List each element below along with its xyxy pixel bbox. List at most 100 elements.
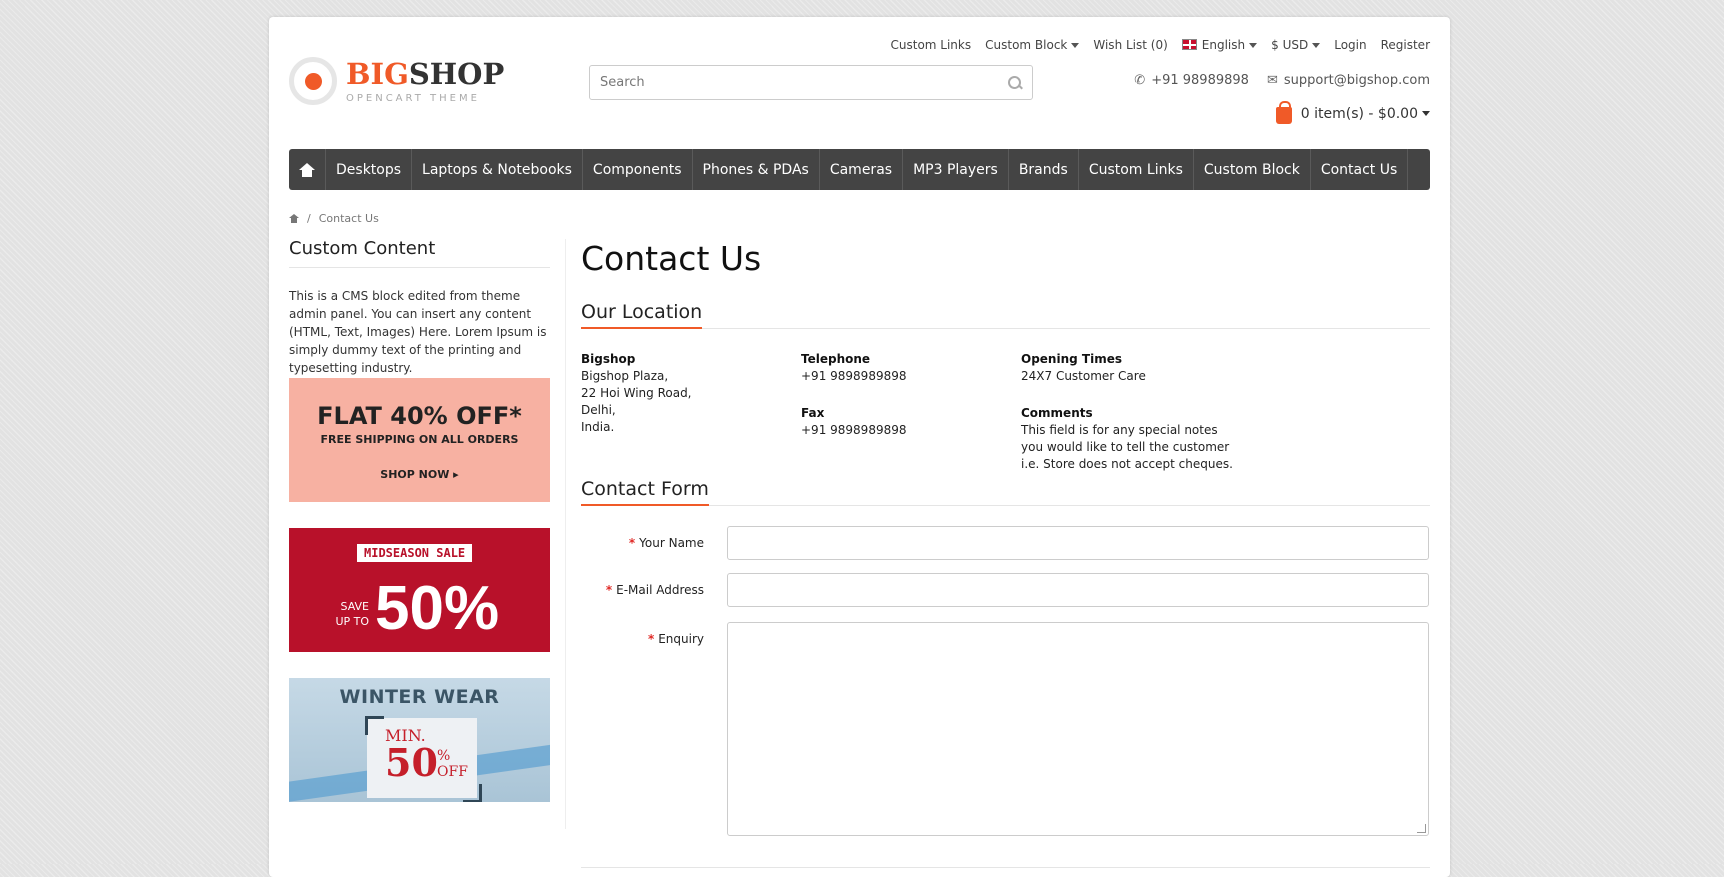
contact-form-heading: Contact Form <box>581 478 1430 506</box>
fax-value: +91 9898989898 <box>801 423 907 437</box>
top-links-bar: Custom Links Custom Block Wish List (0) … <box>891 38 1431 52</box>
required-mark: * <box>628 536 636 550</box>
comments-label: Comments <box>1021 406 1093 420</box>
page-container: Custom Links Custom Block Wish List (0) … <box>269 17 1450 877</box>
banner3-off: % OFF <box>437 748 468 780</box>
form-divider <box>581 867 1430 868</box>
chevron-down-icon <box>1422 111 1430 116</box>
banner1-headline: FLAT 40% OFF* <box>317 402 522 430</box>
logo-dot <box>305 73 322 90</box>
required-mark: * <box>647 632 655 646</box>
top-link-login[interactable]: Login <box>1334 38 1366 52</box>
envelope-icon: ✉ <box>1266 73 1278 88</box>
logo-shop: SHOP <box>408 57 505 91</box>
breadcrumb: / Contact Us <box>289 212 379 225</box>
telephone-value: +91 9898989898 <box>801 369 907 383</box>
breadcrumb-current[interactable]: Contact Us <box>319 212 379 225</box>
search-placeholder: Search <box>600 75 645 90</box>
telephone-label: Telephone <box>801 352 871 366</box>
nav-home[interactable] <box>289 149 326 190</box>
home-icon[interactable] <box>289 214 299 223</box>
address-line: Delhi, <box>581 403 616 417</box>
custom-block-label: Custom Block <box>985 38 1068 52</box>
nav-item-components[interactable]: Components <box>583 149 693 190</box>
currency-selector[interactable]: $ USD <box>1271 38 1321 52</box>
required-mark: * <box>605 583 613 597</box>
banner1-cta: SHOP NOW ▸ <box>380 468 459 481</box>
sidebar-text: This is a CMS block edited from theme ad… <box>289 289 547 375</box>
cart-button[interactable]: 0 item(s) - $0.00 <box>1275 101 1430 124</box>
cart-summary: 0 item(s) - $0.00 <box>1300 105 1418 122</box>
name-label-text: Your Name <box>639 536 704 550</box>
location-address: Bigshop Bigshop Plaza, 22 Hoi Wing Road,… <box>581 351 692 436</box>
main-nav: Desktops Laptops & Notebooks Components … <box>289 149 1430 190</box>
enquiry-label: * Enquiry <box>648 632 704 646</box>
column-divider <box>565 239 566 829</box>
header-contact: ✆ +91 98989898 ✉ support@bigshop.com <box>1134 73 1430 88</box>
nav-item-desktops[interactable]: Desktops <box>326 149 413 190</box>
banner-winter-wear[interactable]: WINTER WEAR MIN. 50 % OFF <box>289 678 550 802</box>
nav-item-cameras[interactable]: Cameras <box>820 149 904 190</box>
email-label: * E-Mail Address <box>606 583 704 597</box>
chevron-down-icon <box>1312 43 1321 48</box>
search-input[interactable]: Search <box>589 65 1033 100</box>
store-name: Bigshop <box>581 352 636 366</box>
breadcrumb-separator: / <box>307 212 311 225</box>
search-icon[interactable] <box>1008 75 1022 90</box>
email-field[interactable] <box>727 573 1429 607</box>
our-location-heading: Our Location <box>581 301 1430 329</box>
shopping-bag-icon <box>1275 101 1292 124</box>
language-selector[interactable]: English <box>1181 38 1258 52</box>
home-icon <box>299 162 315 177</box>
logo-subtitle: OPENCART THEME <box>346 93 480 104</box>
comments-line: i.e. Store does not accept cheques. <box>1021 457 1233 471</box>
chevron-down-icon <box>1071 43 1080 48</box>
phone-icon: ✆ <box>1134 73 1146 88</box>
nav-item-custom-block[interactable]: Custom Block <box>1194 149 1311 190</box>
nav-item-phones[interactable]: Phones & PDAs <box>693 149 820 190</box>
banner1-sub: FREE SHIPPING ON ALL ORDERS <box>320 433 519 446</box>
currency-label: $ USD <box>1271 38 1309 52</box>
top-link-custom-block[interactable]: Custom Block <box>985 38 1080 52</box>
top-link-wish-list[interactable]: Wish List (0) <box>1093 38 1167 52</box>
top-link-register[interactable]: Register <box>1381 38 1430 52</box>
resize-handle-icon[interactable] <box>1417 824 1426 833</box>
enquiry-label-text: Enquiry <box>658 632 704 646</box>
page-title: Contact Us <box>581 239 762 278</box>
email-label-text: E-Mail Address <box>616 583 704 597</box>
opening-value: 24X7 Customer Care <box>1021 369 1146 383</box>
name-label: * Your Name <box>629 536 704 550</box>
comments-line: you would like to tell the customer <box>1021 440 1230 454</box>
header-email[interactable]: ✉ support@bigshop.com <box>1267 73 1430 88</box>
phone-text: +91 98989898 <box>1151 73 1249 88</box>
our-location-title: Our Location <box>581 301 703 329</box>
logo-text[interactable]: BIGSHOP <box>346 57 504 91</box>
name-field[interactable] <box>727 526 1429 560</box>
enquiry-textarea[interactable] <box>727 622 1429 836</box>
nav-item-laptops[interactable]: Laptops & Notebooks <box>412 149 583 190</box>
nav-item-custom-links[interactable]: Custom Links <box>1079 149 1194 190</box>
banner2-save: SAVE UP TO <box>335 600 369 628</box>
nav-item-mp3[interactable]: MP3 Players <box>903 149 1009 190</box>
opening-label: Opening Times <box>1021 352 1122 366</box>
banner-midseason-sale[interactable]: MIDSEASON SALE SAVE UP TO 50% <box>289 528 550 652</box>
banner3-corner <box>365 716 384 735</box>
sidebar-title: Custom Content <box>289 238 550 268</box>
language-label: English <box>1201 38 1246 52</box>
banner3-off-text: OFF <box>437 764 468 780</box>
address-line: 22 Hoi Wing Road, <box>581 386 692 400</box>
email-text: support@bigshop.com <box>1283 73 1430 88</box>
nav-item-brands[interactable]: Brands <box>1009 149 1079 190</box>
banner-flat-40-off[interactable]: FLAT 40% OFF* FREE SHIPPING ON ALL ORDER… <box>289 378 550 502</box>
header-phone: ✆ +91 98989898 <box>1134 73 1249 88</box>
location-hours-comments: Opening Times 24X7 Customer Care Comments… <box>1021 351 1233 493</box>
banner3-pct: % <box>437 748 451 764</box>
chevron-down-icon <box>1249 43 1258 48</box>
top-link-custom-links[interactable]: Custom Links <box>891 38 972 52</box>
location-phone-fax: Telephone +91 9898989898 Fax +91 989898989… <box>801 351 907 459</box>
address-line: Bigshop Plaza, <box>581 369 669 383</box>
address-line: India. <box>581 420 615 434</box>
nav-item-contact-us[interactable]: Contact Us <box>1311 149 1409 190</box>
comments-line: This field is for any special notes <box>1021 423 1218 437</box>
logo-icon[interactable] <box>289 57 337 105</box>
